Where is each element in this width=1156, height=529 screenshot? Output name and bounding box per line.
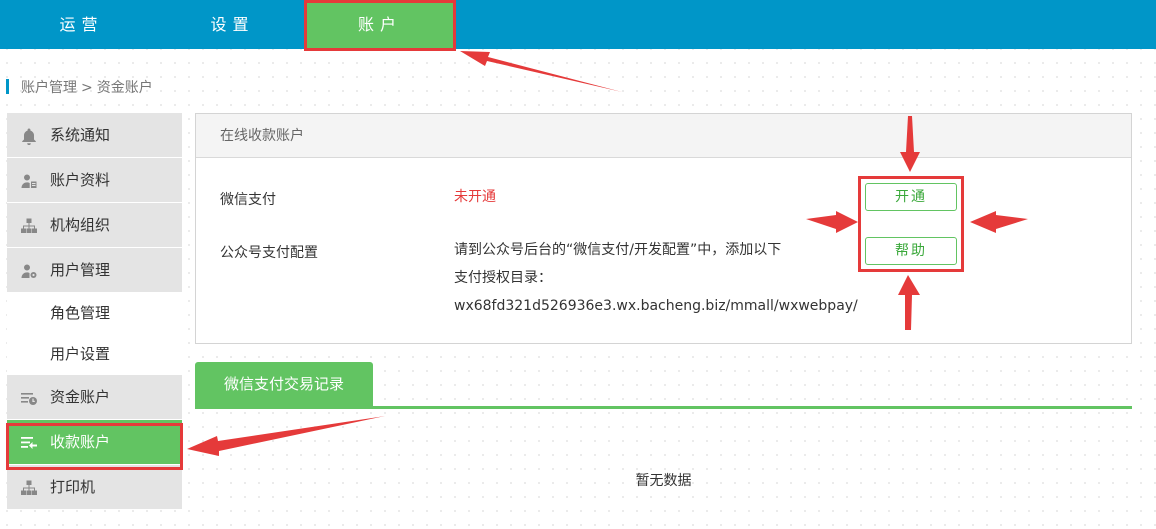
tab-settings[interactable]: 设置	[165, 0, 300, 49]
fund-account-icon	[21, 393, 37, 405]
annotation-box-account-tab	[304, 0, 456, 51]
top-nav-bar: 运营 设置 账户	[0, 0, 1156, 49]
sidebar-subitem-role-management[interactable]: 角色管理	[7, 293, 182, 334]
config-label: 公众号支付配置	[220, 245, 318, 261]
sidebar-item-label: 机构组织	[50, 216, 111, 234]
breadcrumb-marker	[6, 79, 9, 94]
sidebar-item-fund-account[interactable]: 资金账户	[7, 375, 182, 420]
breadcrumb-separator: >	[81, 80, 93, 96]
user-profile-icon	[21, 174, 37, 188]
empty-state-text: 暂无数据	[635, 473, 692, 489]
printer-tree-icon	[21, 480, 37, 495]
sidebar-item-label: 打印机	[50, 478, 96, 496]
sidebar-item-organization[interactable]: 机构组织	[7, 203, 182, 248]
auth-directory-url: wx68fd321d526936e3.wx.bacheng.biz/mmall/…	[454, 298, 858, 314]
user-gear-icon	[21, 264, 37, 278]
sidebar-item-account-profile[interactable]: 账户资料	[7, 158, 182, 203]
sidebar-subitem-user-settings[interactable]: 用户设置	[7, 334, 182, 375]
annotation-box-receiving-account	[6, 423, 183, 470]
tab-operations[interactable]: 运营	[14, 0, 149, 49]
online-payment-panel: 在线收款账户 微信支付 未开通 公众号支付配置 请到公众号后台的“微信支付/开发…	[195, 113, 1132, 344]
config-instructions-line-2: 支付授权目录：	[454, 270, 552, 286]
breadcrumb-parent[interactable]: 账户管理	[21, 80, 77, 96]
wechat-pay-status: 未开通	[454, 189, 496, 205]
arrow-to-receiving-account	[187, 416, 385, 456]
annotation-box-buttons	[858, 176, 964, 272]
tab-wechat-transaction-records[interactable]: 微信支付交易记录	[195, 362, 373, 407]
sidebar-item-label: 资金账户	[50, 388, 111, 406]
sidebar-item-notifications[interactable]: 系统通知	[7, 113, 182, 158]
sidebar-item-label: 用户管理	[50, 261, 111, 279]
records-tab-bar: 微信支付交易记录	[195, 362, 1132, 409]
arrow-to-account-tab	[460, 51, 622, 92]
sidebar-item-label: 账户资料	[50, 171, 111, 189]
sidebar-item-label: 系统通知	[50, 126, 111, 144]
config-instructions-line-1: 请到公众号后台的“微信支付/开发配置”中，添加以下	[454, 242, 782, 258]
bell-icon	[22, 128, 36, 145]
panel-title: 在线收款账户	[196, 114, 1131, 158]
sidebar-item-printer[interactable]: 打印机	[7, 465, 182, 510]
sidebar-item-user-management[interactable]: 用户管理	[7, 248, 182, 293]
breadcrumb: 账户管理 > 资金账户	[6, 78, 153, 98]
breadcrumb-current: 资金账户	[96, 80, 153, 96]
org-tree-icon	[21, 218, 37, 233]
wechat-pay-label: 微信支付	[220, 192, 276, 208]
